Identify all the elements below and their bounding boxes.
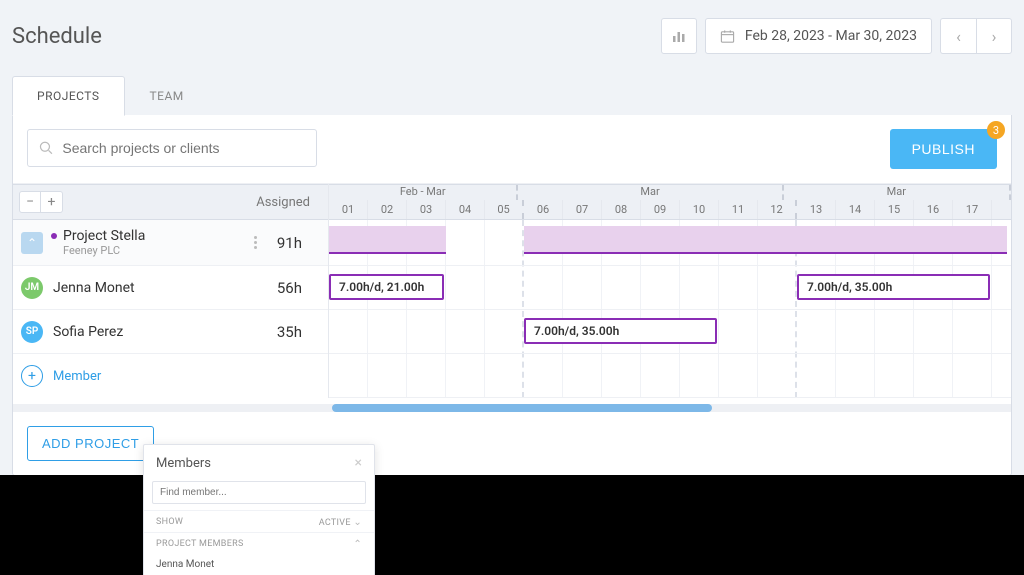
add-member-label: Member xyxy=(53,369,101,384)
search-input[interactable] xyxy=(62,140,306,156)
popup-title: Members xyxy=(156,456,211,471)
date-range-button[interactable]: Feb 28, 2023 - Mar 30, 2023 xyxy=(705,18,932,54)
member-name: Jenna Monet xyxy=(53,280,277,296)
calendar-icon xyxy=(720,29,735,44)
scrollbar-thumb[interactable] xyxy=(332,404,711,412)
close-icon[interactable]: × xyxy=(355,455,362,471)
publish-button[interactable]: PUBLISH xyxy=(890,129,997,169)
timeline-empty-row xyxy=(329,354,1011,398)
assignment-bar[interactable]: 7.00h/d, 35.00h xyxy=(524,318,717,344)
member-row: JM Jenna Monet 56h xyxy=(13,266,328,310)
member-hours: 56h xyxy=(277,279,302,297)
chevron-down-icon: ⌄ xyxy=(353,517,362,528)
timeline-month-row: Feb - MarMarMar xyxy=(329,184,1011,200)
popup-section-project: PROJECT MEMBERS xyxy=(156,539,244,550)
tab-team[interactable]: TEAM xyxy=(125,76,209,115)
member-row: SP Sofia Perez 35h xyxy=(13,310,328,354)
project-bar[interactable] xyxy=(524,226,797,254)
timeline-day-row: 0102030405060708091011121314151617 xyxy=(329,200,1011,220)
collapse-all-button[interactable]: − xyxy=(19,191,41,213)
bar-chart-icon xyxy=(671,28,687,44)
member-name: Sofia Perez xyxy=(53,324,277,340)
search-icon xyxy=(38,139,54,157)
project-bar[interactable] xyxy=(329,226,446,254)
publish-badge: 3 xyxy=(987,121,1005,139)
next-range-button[interactable]: › xyxy=(976,18,1012,54)
popup-member-item[interactable]: Jenna Monet xyxy=(144,554,374,575)
search-input-wrap[interactable] xyxy=(27,129,317,167)
avatar: JM xyxy=(21,277,43,299)
member-hours: 35h xyxy=(277,323,302,341)
popup-show-label: SHOW xyxy=(156,517,183,528)
plus-circle-icon: + xyxy=(21,365,43,387)
popup-show-dropdown[interactable]: Active ⌄ xyxy=(319,517,362,528)
assignment-bar[interactable]: 7.00h/d, 21.00h xyxy=(329,274,444,300)
project-menu-button[interactable] xyxy=(254,236,257,249)
chevron-up-icon[interactable]: ⌃ xyxy=(353,539,362,550)
project-client: Feeney PLC xyxy=(63,244,254,257)
add-member-button[interactable]: + Member xyxy=(13,354,328,398)
popup-search-input[interactable] xyxy=(152,481,366,504)
tab-projects[interactable]: PROJECTS xyxy=(12,76,125,116)
page-title: Schedule xyxy=(12,24,102,49)
timeline-project-row[interactable] xyxy=(329,220,1011,266)
members-popup: Members × SHOW Active ⌄ PROJECT MEMBERS … xyxy=(143,444,375,575)
project-bar[interactable] xyxy=(797,226,1007,254)
project-hours: 91h xyxy=(277,234,302,252)
assignment-bar[interactable]: 7.00h/d, 35.00h xyxy=(797,274,990,300)
project-row: ⌃ Project Stella Feeney PLC 91h xyxy=(13,220,328,266)
timeline-member-row[interactable]: 7.00h/d, 21.00h 7.00h/d, 35.00h xyxy=(329,266,1011,310)
stats-icon-button[interactable] xyxy=(661,18,697,54)
chevron-right-icon: › xyxy=(992,27,997,46)
chevron-left-icon: ‹ xyxy=(956,27,961,46)
prev-range-button[interactable]: ‹ xyxy=(940,18,976,54)
timeline-member-row[interactable]: 7.00h/d, 35.00h xyxy=(329,310,1011,354)
date-range-text: Feb 28, 2023 - Mar 30, 2023 xyxy=(745,28,917,44)
chevron-up-icon: ⌃ xyxy=(27,236,37,250)
project-color-dot xyxy=(51,233,57,239)
collapse-project-button[interactable]: ⌃ xyxy=(21,232,43,254)
expand-all-button[interactable]: + xyxy=(41,191,63,213)
add-project-button[interactable]: ADD PROJECT xyxy=(27,426,154,461)
assigned-column-header: Assigned xyxy=(256,195,310,210)
timeline-scrollbar[interactable] xyxy=(13,404,1011,412)
avatar: SP xyxy=(21,321,43,343)
project-name: Project Stella xyxy=(63,228,145,244)
